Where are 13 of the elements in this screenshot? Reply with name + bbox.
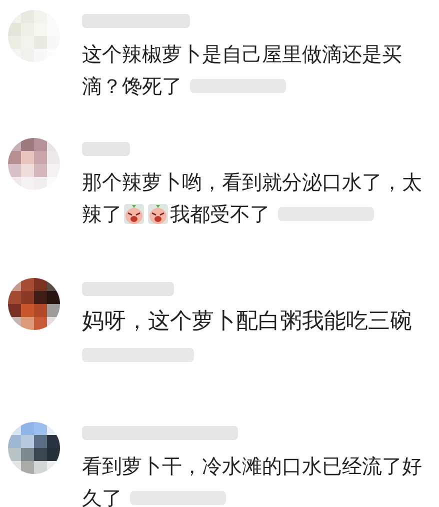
blurred-username — [82, 142, 130, 156]
comment-text: 看到萝卜干，冷水滩的口水已经流了好 — [82, 453, 422, 480]
comment-text: 辣了 — [82, 201, 122, 228]
avatar[interactable] — [8, 422, 60, 474]
comment-text: 久了 — [82, 485, 122, 507]
comment-text: 滴？馋死了 — [82, 73, 182, 100]
comment-text: 妈呀，这个萝卜配白粥我能吃三碗 — [82, 308, 412, 336]
crying-face-icon — [147, 203, 169, 225]
comment-text: 我都受不了 — [170, 201, 270, 228]
avatar[interactable] — [8, 278, 60, 330]
comment-text: 那个辣萝卜哟，看到就分泌口水了，太 — [82, 169, 422, 196]
comment-text: 这个辣椒萝卜是自己屋里做滴还是买 — [82, 41, 402, 68]
crying-face-icon — [123, 203, 145, 225]
